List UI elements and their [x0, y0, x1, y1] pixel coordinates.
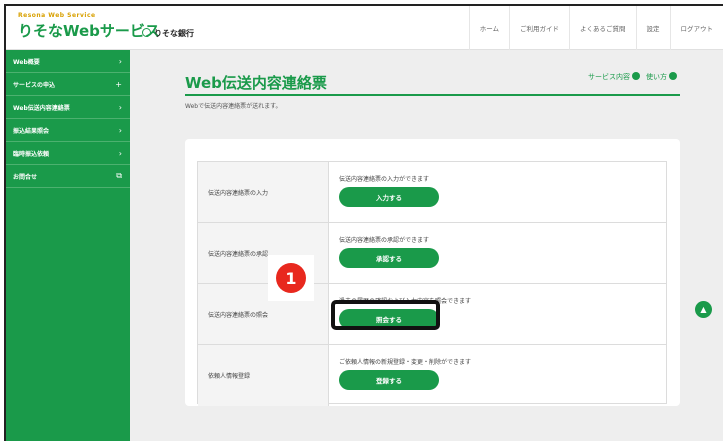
chevron-right-icon: ›	[118, 102, 122, 112]
how-to-use-label: 使い方	[646, 73, 667, 81]
menu-card: 伝送内容連絡票の入力 伝送内容連絡票の入力ができます 入力する 伝送内容連絡票の…	[185, 139, 680, 406]
sidebar-item-temp-transfer[interactable]: 臨時振込依頼 ›	[6, 142, 130, 165]
approve-button[interactable]: 承認する	[339, 248, 439, 268]
sidebar-item-label: 振込結果照会	[13, 127, 50, 135]
main-content: Web伝送内容連絡票 サービス内容 使い方 Webで伝送内容連絡票が送れます。 …	[130, 50, 723, 441]
top-nav: ホーム ご利用ガイド よくあるご質問 設定 ログアウト	[468, 6, 723, 50]
table-row: 依頼人情報登録 ご依頼人情報の新規登録・変更・削除ができます 登録する	[198, 345, 666, 406]
sidebar-item-transfer-results[interactable]: 振込結果照会 ›	[6, 119, 130, 142]
table-row: 伝送内容連絡票の入力 伝送内容連絡票の入力ができます 入力する	[198, 162, 666, 223]
browser-frame: Resona Web Service りそなWebサービス りそな銀行 ホーム …	[4, 4, 723, 441]
sidebar-item-web-overview[interactable]: Web概要 ›	[6, 50, 130, 73]
nav-logout[interactable]: ログアウト	[669, 6, 723, 50]
row-description: ご依頼人情報の新規登録・変更・削除ができます	[339, 359, 472, 366]
bank-name: りそな銀行	[154, 29, 194, 38]
sidebar-item-service-apply[interactable]: サービスの申込 +	[6, 73, 130, 96]
nav-faq[interactable]: よくあるご質問	[569, 6, 636, 50]
sidebar-item-label: Web概要	[13, 58, 40, 66]
brand-logo[interactable]: りそなWebサービス	[18, 20, 160, 41]
sidebar-item-contact[interactable]: お問合せ ⧉	[6, 165, 130, 188]
chevron-right-icon: ›	[118, 148, 122, 158]
sidebar-item-label: サービスの申込	[13, 81, 56, 89]
how-to-use-link[interactable]: 使い方	[646, 72, 677, 82]
row-description: 伝送内容連絡票の入力ができます	[339, 176, 430, 183]
title-links: サービス内容 使い方	[588, 72, 677, 82]
chevron-right-icon: ›	[118, 125, 122, 135]
sidebar: Web概要 › サービスの申込 + Web伝送内容連絡票 › 振込結果照会 › 臨時振込…	[6, 50, 130, 441]
nav-settings[interactable]: 設定	[635, 6, 670, 50]
step-number-badge: 1	[276, 263, 306, 293]
bank-mark-icon	[142, 28, 151, 37]
brand-tagline: Resona Web Service	[18, 12, 96, 19]
arrow-circle-icon	[632, 72, 640, 80]
row-label: 依頼人情報登録	[198, 345, 329, 406]
service-details-link[interactable]: サービス内容	[588, 72, 640, 82]
plus-icon: +	[115, 79, 122, 89]
site-header: Resona Web Service りそなWebサービス りそな銀行 ホーム …	[6, 6, 723, 50]
bank-logo: りそな銀行	[142, 28, 194, 39]
sidebar-item-label: お問合せ	[13, 173, 38, 181]
nav-guide[interactable]: ご利用ガイド	[509, 6, 569, 50]
sidebar-item-label: Web伝送内容連絡票	[13, 104, 70, 112]
nav-home[interactable]: ホーム	[468, 6, 509, 50]
row-label: 伝送内容連絡票の入力	[198, 162, 329, 222]
scroll-to-top-button[interactable]: ▲	[695, 301, 712, 318]
register-button[interactable]: 登録する	[339, 370, 439, 390]
service-details-label: サービス内容	[588, 73, 630, 81]
external-window-icon: ⧉	[116, 171, 122, 180]
page-subtitle: Webで伝送内容連絡票が送れます。	[185, 103, 282, 110]
page-title: Web伝送内容連絡票	[185, 74, 327, 92]
input-button[interactable]: 入力する	[339, 187, 439, 207]
row-description: 伝送内容連絡票の承認ができます	[339, 237, 430, 244]
title-divider	[185, 94, 680, 96]
arrow-circle-icon	[669, 72, 677, 80]
chevron-up-icon: ▲	[700, 305, 707, 314]
chevron-right-icon: ›	[118, 56, 122, 66]
sidebar-item-label: 臨時振込依頼	[13, 150, 50, 158]
sidebar-item-web-transmission[interactable]: Web伝送内容連絡票 ›	[6, 96, 130, 119]
highlight-box	[331, 300, 440, 330]
